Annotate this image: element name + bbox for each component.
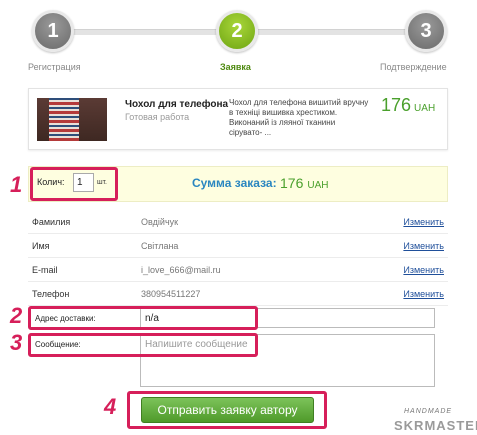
product-image[interactable] xyxy=(37,98,107,141)
embroidery-pattern xyxy=(49,98,79,141)
step-connector xyxy=(68,29,218,35)
info-row-firstname: Имя Світлана Изменить xyxy=(28,234,448,258)
info-value: Світлана xyxy=(141,241,179,251)
address-label: Адрес доставки: xyxy=(35,314,96,323)
annotation-number-3: 3 xyxy=(10,330,23,355)
submit-request-button[interactable]: Отправить заявку автору xyxy=(141,397,314,423)
edit-lastname-link[interactable]: Изменить xyxy=(403,217,444,227)
info-label: Имя xyxy=(32,241,50,251)
message-textarea[interactable] xyxy=(140,334,435,387)
edit-firstname-link[interactable]: Изменить xyxy=(403,241,444,251)
info-value: 380954511227 xyxy=(141,289,201,299)
annotation-number-1: 1 xyxy=(10,172,23,197)
step-2-circle: 2 xyxy=(216,10,258,52)
order-total-value: 176 UAH xyxy=(280,175,329,191)
info-label: Фамилия xyxy=(32,217,71,227)
step-connector xyxy=(258,29,408,35)
info-row-email: E-mail i_love_666@mail.ru Изменить xyxy=(28,258,448,282)
info-value: Овдійчук xyxy=(141,217,179,227)
info-label: E-mail xyxy=(32,265,58,275)
step-1-label: Регистрация xyxy=(28,62,81,72)
step-2-label: Заявка xyxy=(220,62,251,72)
watermark-logo: SKRMASTER xyxy=(394,418,477,433)
address-input[interactable] xyxy=(140,308,435,328)
product-price: 176 UAH xyxy=(381,95,436,115)
info-row-phone: Телефон 380954511227 Изменить xyxy=(28,282,448,306)
annotation-number-2: 2 xyxy=(10,303,23,328)
annotation-number-4: 4 xyxy=(104,394,117,419)
step-1-circle: 1 xyxy=(32,10,74,52)
info-row-lastname: Фамилия Овдійчук Изменить xyxy=(28,210,448,234)
quantity-highlight xyxy=(30,167,118,201)
step-3-circle: 3 xyxy=(405,10,447,52)
product-title[interactable]: Чохол для телефона xyxy=(125,99,228,110)
info-label: Телефон xyxy=(32,289,70,299)
product-subtitle: Готовая работа xyxy=(125,112,190,122)
edit-phone-link[interactable]: Изменить xyxy=(403,289,444,299)
info-value: i_love_666@mail.ru xyxy=(141,265,221,275)
order-total-label: Сумма заказа: xyxy=(192,176,277,190)
product-card[interactable]: Чохол для телефона Готовая работа Чохол … xyxy=(28,88,448,150)
product-description: Чохол для телефона вишитий вручну в техн… xyxy=(229,98,369,137)
edit-email-link[interactable]: Изменить xyxy=(403,265,444,275)
message-label: Сообщение: xyxy=(35,340,81,349)
watermark-top: HANDMADE xyxy=(404,408,453,415)
step-3-label: Подтверждение xyxy=(380,62,447,72)
